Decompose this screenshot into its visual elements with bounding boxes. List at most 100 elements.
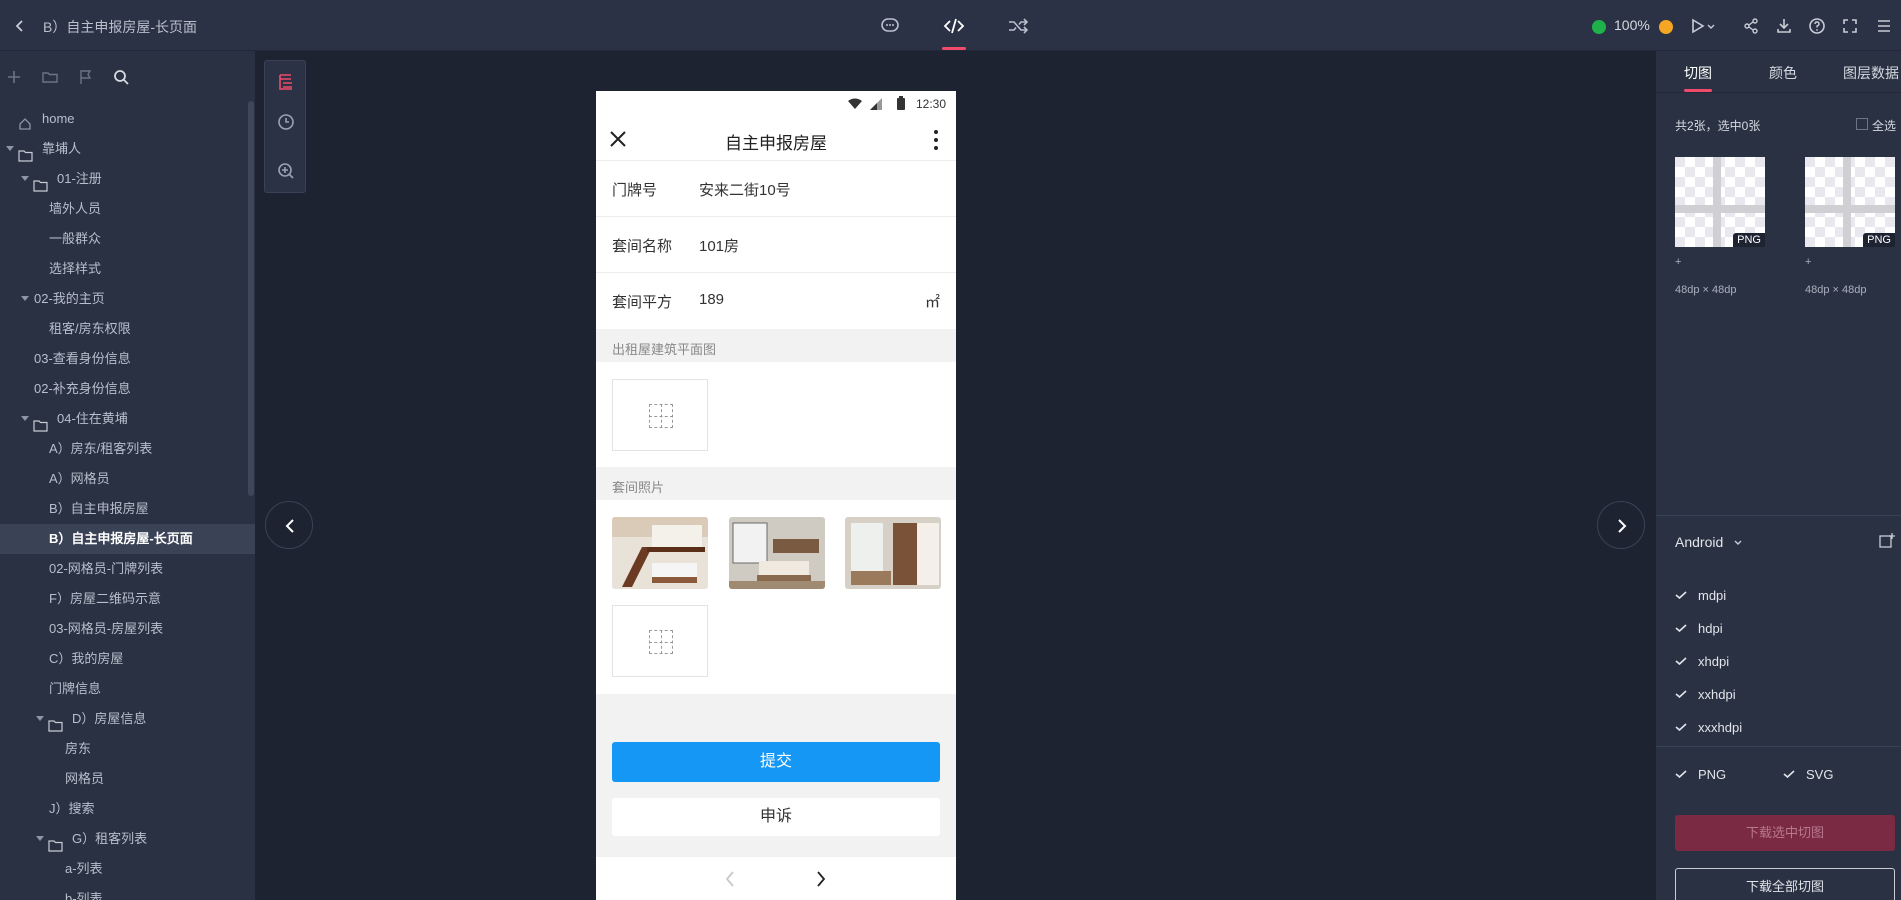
tree-item-label: 02-补充身份信息 <box>34 381 131 396</box>
expand-arrow-icon[interactable] <box>36 716 44 721</box>
suite-name-value: 101房 <box>699 238 740 255</box>
flow-mode-icon[interactable] <box>1004 14 1032 38</box>
tree-item[interactable]: 01-注册 <box>0 164 255 194</box>
tree-item[interactable]: 03-查看身份信息 <box>0 344 255 374</box>
next-page-button[interactable] <box>1597 501 1645 549</box>
tree-item[interactable]: 02-我的主页 <box>0 284 255 314</box>
expand-arrow-icon[interactable] <box>21 176 29 181</box>
expand-arrow-icon[interactable] <box>36 836 44 841</box>
more-options-icon[interactable] <box>932 129 940 156</box>
tree-item[interactable]: 选择样式 <box>0 254 255 284</box>
tree-item-label: 02-我的主页 <box>34 291 105 306</box>
add-icon[interactable] <box>4 67 24 87</box>
slice-thumbnail[interactable]: PNG <box>1675 157 1765 247</box>
tree-item[interactable]: 房东 <box>0 734 255 764</box>
zoom-icon[interactable] <box>275 160 297 182</box>
prev-page-button[interactable] <box>265 501 313 549</box>
share-icon[interactable] <box>1741 16 1761 36</box>
layer-tree-icon[interactable] <box>275 71 297 93</box>
add-slice-icon[interactable] <box>1878 532 1896 555</box>
phone-artboard: 12:30 自主申报房屋 门牌号 安来二街10号 套间名称 101房 套间平方 … <box>596 91 956 900</box>
zoom-out-icon[interactable] <box>1592 20 1606 34</box>
history-icon[interactable] <box>275 111 297 133</box>
download-all-button[interactable]: 下载全部切图 <box>1675 868 1895 900</box>
search-icon[interactable] <box>111 67 131 87</box>
tree-item[interactable]: 04-住在黄埔 <box>0 404 255 434</box>
tree-item[interactable]: 租客/房东权限 <box>0 314 255 344</box>
menu-icon[interactable] <box>1874 16 1894 36</box>
tree-item[interactable]: B）自主申报房屋 <box>0 494 255 524</box>
tree-item-label: C）我的房屋 <box>49 651 124 666</box>
tree-item[interactable]: 02-网格员-门牌列表 <box>0 554 255 584</box>
app-bar: 自主申报房屋 <box>596 117 956 161</box>
tree-item[interactable]: 墙外人员 <box>0 194 255 224</box>
room-photo[interactable] <box>845 517 941 589</box>
tree-item[interactable]: 网格员 <box>0 764 255 794</box>
field-label: 套间名称 <box>612 238 673 255</box>
tree-item[interactable]: C）我的房屋 <box>0 644 255 674</box>
tree-item-label: home <box>42 111 75 126</box>
slice-thumbnail[interactable]: PNG <box>1805 157 1895 247</box>
tree-item-label: J）搜索 <box>49 801 95 816</box>
tree-item[interactable]: 02-补充身份信息 <box>0 374 255 404</box>
expand-arrow-icon[interactable] <box>21 416 29 421</box>
platform-select[interactable]: Android <box>1675 534 1743 550</box>
fullscreen-icon[interactable] <box>1840 16 1860 36</box>
tree-item[interactable]: 03-网格员-房屋列表 <box>0 614 255 644</box>
tree-item[interactable]: F）房屋二维码示意 <box>0 584 255 614</box>
pager-prev-icon[interactable] <box>724 869 736 894</box>
tree-item[interactable]: b-列表 <box>0 884 255 900</box>
expand-arrow-icon[interactable] <box>21 296 29 301</box>
field-label: 套间平方 <box>612 294 673 311</box>
tree-item[interactable]: 门牌信息 <box>0 674 255 704</box>
back-arrow-icon[interactable] <box>10 16 30 36</box>
format-badge: PNG <box>1863 233 1895 247</box>
folder-icon <box>33 413 48 432</box>
play-icon[interactable] <box>1688 16 1715 36</box>
area-unit: ㎡ <box>924 294 940 311</box>
tree-item[interactable]: 靠埔人 <box>0 134 255 164</box>
zoom-in-icon[interactable] <box>1659 20 1673 34</box>
tab-colors[interactable]: 颜色 <box>1769 63 1797 83</box>
tree-item[interactable]: A）房东/租客列表 <box>0 434 255 464</box>
tree-item[interactable]: G）租客列表 <box>0 824 255 854</box>
tab-layer-data[interactable]: 图层数据 <box>1843 63 1899 83</box>
folder-icon <box>18 143 33 162</box>
folder-icon[interactable] <box>40 67 60 87</box>
tab-slices[interactable]: 切图 <box>1684 63 1712 83</box>
tree-item[interactable]: home <box>0 104 255 134</box>
expand-arrow-icon[interactable] <box>6 146 14 151</box>
add-photo-button[interactable] <box>612 605 708 677</box>
download-selected-button[interactable]: 下载选中切图 <box>1675 815 1895 851</box>
tree-item[interactable]: 一般群众 <box>0 224 255 254</box>
suite-name-row[interactable]: 套间名称 101房 <box>596 217 956 273</box>
tree-item[interactable]: a-列表 <box>0 854 255 884</box>
appeal-button[interactable]: 申诉 <box>612 798 940 836</box>
submit-button[interactable]: 提交 <box>612 742 940 782</box>
room-photo[interactable] <box>729 517 825 589</box>
tree-item[interactable]: A）网格员 <box>0 464 255 494</box>
signal-icon <box>870 97 882 115</box>
select-all-label[interactable]: 全选 <box>1872 117 1896 134</box>
dpi-label: xxxhdpi <box>1698 720 1743 735</box>
download-icon[interactable] <box>1774 16 1794 36</box>
add-floorplan-button[interactable] <box>612 379 708 451</box>
suite-area-row[interactable]: 套间平方 189 ㎡ <box>596 273 956 329</box>
sidebar-scrollbar[interactable] <box>248 101 254 496</box>
tree-item-label: 房东 <box>65 741 92 756</box>
select-all-checkbox[interactable] <box>1856 118 1868 130</box>
divider <box>1656 515 1901 516</box>
tree-item[interactable]: B）自主申报房屋-长页面 <box>0 524 255 554</box>
comment-mode-icon[interactable] <box>876 14 904 38</box>
help-icon[interactable] <box>1807 16 1827 36</box>
doorplate-row[interactable]: 门牌号 安来二街10号 <box>596 161 956 217</box>
tree-item[interactable]: D）房屋信息 <box>0 704 255 734</box>
flag-icon[interactable] <box>76 67 96 87</box>
check-icon <box>1675 591 1687 599</box>
room-photo[interactable] <box>612 517 708 589</box>
dpi-label: xxhdpi <box>1698 687 1736 702</box>
tree-item[interactable]: J）搜索 <box>0 794 255 824</box>
tree-item-label: D）房屋信息 <box>72 711 147 726</box>
pager-next-icon[interactable] <box>815 869 827 894</box>
code-mode-icon[interactable] <box>940 14 968 50</box>
